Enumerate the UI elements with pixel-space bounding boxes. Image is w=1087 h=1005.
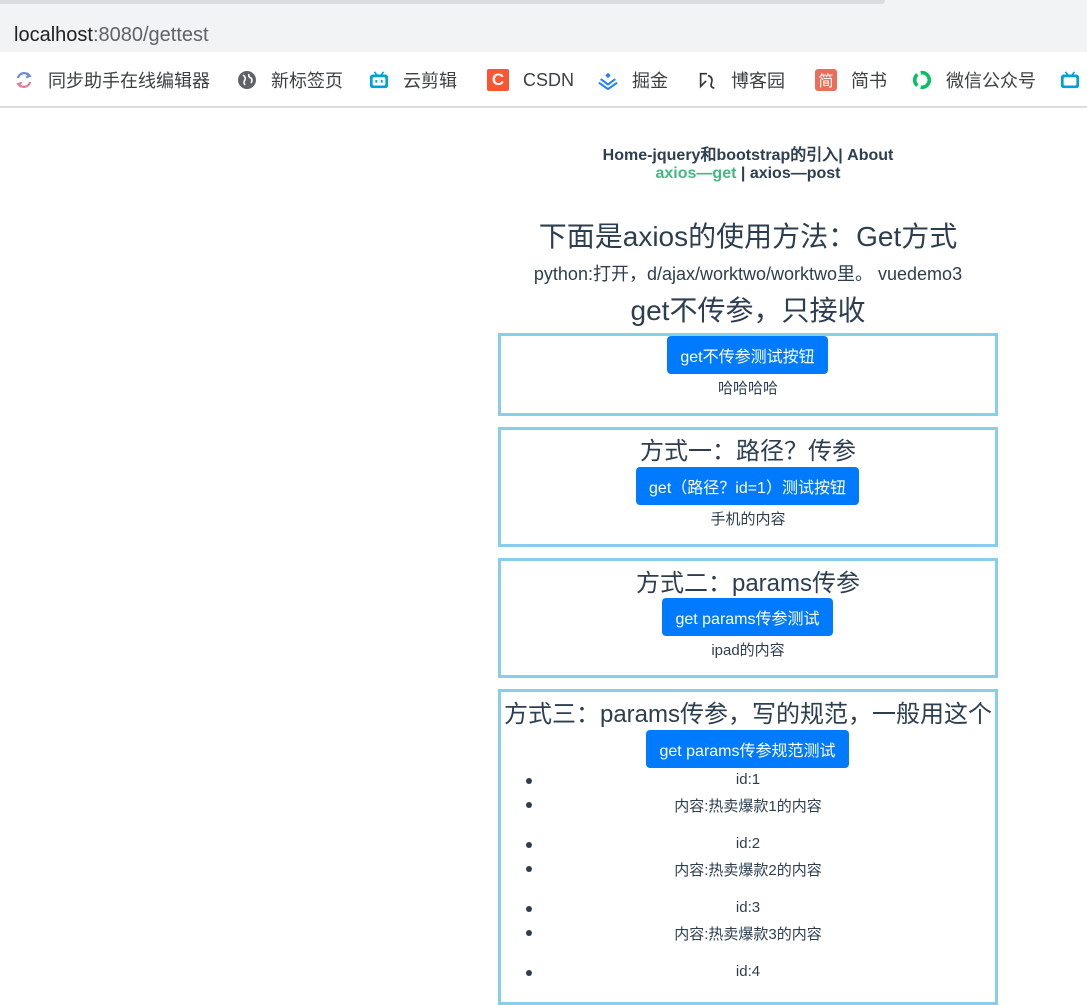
- nav-separator: |: [740, 165, 746, 182]
- get-path-param-button[interactable]: get（路径？id=1）测试按钮: [636, 467, 859, 505]
- get-path-param-result: 手机的内容: [710, 511, 786, 528]
- get-params-standard-button[interactable]: get params传参规范测试: [646, 730, 849, 768]
- nav-link-axios-get[interactable]: axios—get: [656, 165, 737, 182]
- get-params-standard-box: 方式三：params传参，写的规范，一般用这个 get params传参规范测试…: [498, 689, 998, 1005]
- get-params-result: ipad的内容: [711, 642, 785, 659]
- globe-icon: [237, 70, 257, 90]
- page-note: python:打开，d/ajax/worktwo/worktwo里。 vuede…: [533, 264, 963, 284]
- list-item-content: 内容:热卖爆款1的内容: [674, 798, 822, 815]
- bookmark-csdn[interactable]: C CSDN: [487, 68, 574, 92]
- csdn-icon: C: [487, 69, 509, 91]
- box-title: 方式二：params传参: [635, 570, 861, 597]
- get-no-param-box: get不传参测试按钮 哈哈哈哈: [498, 333, 998, 416]
- get-params-button[interactable]: get params传参测试: [662, 598, 833, 636]
- list-item-id: id:1: [735, 771, 761, 788]
- nav-link-axios-post[interactable]: axios—post: [750, 165, 841, 182]
- bookmark-jianshu[interactable]: 简 简书: [815, 68, 887, 92]
- bookmark-wechat[interactable]: 微信公众号: [912, 68, 1036, 92]
- bookmark-cnblogs[interactable]: 博客园: [697, 68, 785, 92]
- sync-icon: [14, 70, 34, 90]
- bookmark-yunjianji[interactable]: 云剪辑: [369, 68, 457, 92]
- bookmarks-bar: 同步助手在线编辑器 新标签页 云剪辑 C CSDN 掘金 博客园 简 简书 微信…: [0, 52, 1087, 108]
- list-item-id: id:2: [735, 835, 761, 852]
- nav-row-2: axios—get | axios—post: [498, 165, 998, 183]
- bookmark-label: CSDN: [523, 69, 575, 90]
- bookmark-juejin[interactable]: 掘金: [598, 68, 668, 92]
- bookmark-label: 云剪辑: [403, 71, 457, 91]
- list-item-id: id:4: [735, 963, 761, 980]
- page-title: 下面是axios的使用方法：Get方式: [538, 221, 958, 252]
- juejin-icon: [598, 70, 618, 90]
- bookmark-newtab[interactable]: 新标签页: [237, 68, 343, 92]
- bookmark-label: 掘金: [632, 71, 668, 91]
- get-path-param-box: 方式一：路径？传参 get（路径？id=1）测试按钮 手机的内容: [498, 427, 998, 547]
- box-title: 方式一：路径？传参: [640, 438, 856, 465]
- cnblogs-icon: [697, 70, 717, 90]
- url-text[interactable]: localhost:8080/gettest: [14, 24, 209, 47]
- bookmark-label: 同步助手在线编辑器: [48, 71, 210, 91]
- bookmark-label: 微信公众号: [946, 71, 1036, 91]
- bilibili-icon: [1060, 70, 1080, 90]
- section-title: get不传参，只接收: [630, 295, 866, 326]
- bookmark-sync[interactable]: 同步助手在线编辑器: [14, 68, 210, 92]
- bookmark-overflow[interactable]: [1060, 68, 1087, 92]
- address-bar[interactable]: localhost:8080/gettest: [0, 5, 1087, 52]
- nav-row-1: Home-jquery和bootstrap的引入| About: [498, 141, 998, 165]
- active-tab-edge: [0, 0, 885, 4]
- nav-separator: |: [838, 147, 843, 164]
- list-item-id: id:3: [735, 899, 761, 916]
- bookmark-label: 博客园: [731, 71, 785, 91]
- list-item-content: 内容:热卖爆款3的内容: [674, 926, 822, 943]
- wechat-icon: [912, 70, 932, 90]
- bilibili-icon: [369, 70, 389, 90]
- nav-link-about[interactable]: About: [847, 147, 893, 164]
- list-item-content: 内容:热卖爆款2的内容: [674, 862, 822, 879]
- bookmark-label: 新标签页: [271, 71, 343, 91]
- get-no-param-result: 哈哈哈哈: [717, 380, 778, 397]
- box-title: 方式三：params传参，写的规范，一般用这个: [503, 701, 993, 728]
- nav-link-home[interactable]: Home-jquery和bootstrap的引入: [603, 147, 839, 164]
- get-no-param-button[interactable]: get不传参测试按钮: [667, 336, 828, 374]
- get-params-box: 方式二：params传参 get params传参测试 ipad的内容: [498, 558, 998, 678]
- jianshu-icon: 简: [815, 69, 837, 91]
- bookmark-label: 简书: [851, 71, 887, 91]
